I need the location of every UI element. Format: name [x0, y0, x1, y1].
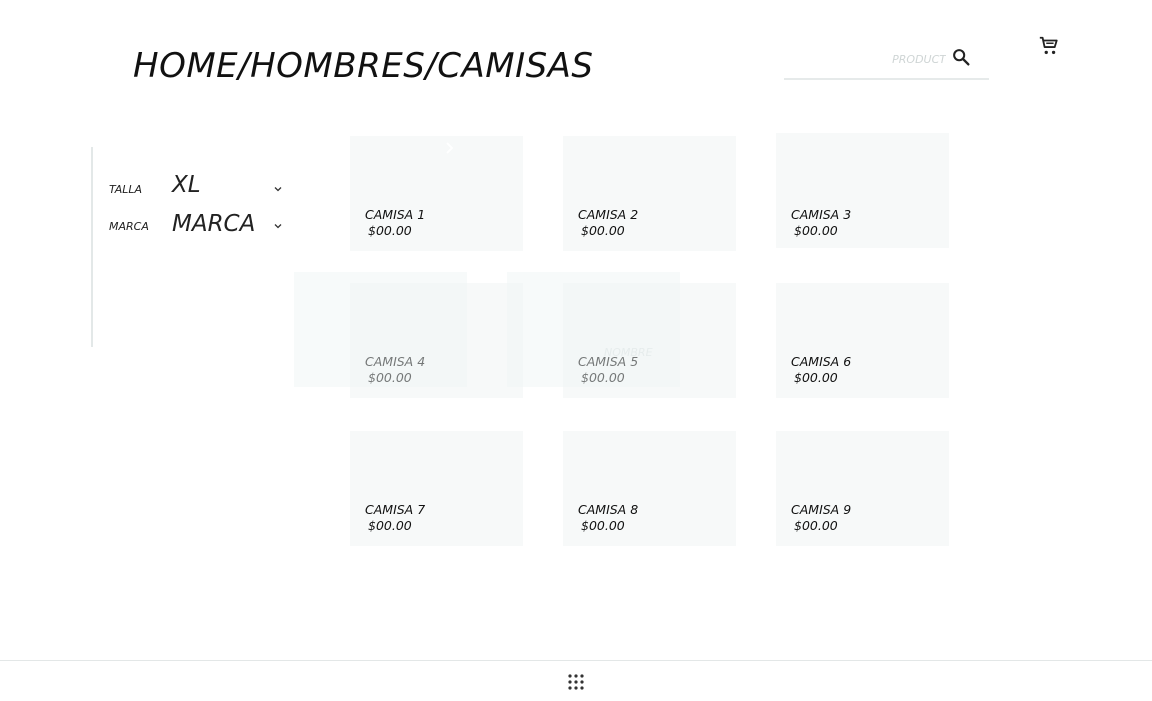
product-name: CAMISA 1: [365, 207, 426, 222]
search-bar: [784, 40, 989, 80]
product-price: $00.00: [794, 518, 838, 533]
chevron-down-icon[interactable]: [273, 221, 283, 231]
product-card[interactable]: CAMISA 2 $00.00: [563, 136, 736, 251]
product-name: CAMISA 6: [791, 354, 852, 369]
filter-value[interactable]: MARCA: [172, 211, 255, 237]
product-price: $00.00: [581, 223, 625, 238]
cart-icon[interactable]: [1038, 35, 1060, 57]
filter-label: MARCA: [109, 220, 149, 233]
filter-panel: TALLA XL MARCA MARCA: [91, 147, 303, 347]
chevron-down-icon[interactable]: [273, 184, 283, 194]
search-input[interactable]: [784, 48, 948, 70]
search-icon[interactable]: [950, 46, 972, 68]
breadcrumb[interactable]: HOME/HOMBRES/CAMISAS: [133, 46, 594, 86]
product-price: $00.00: [368, 223, 412, 238]
footer-bar: [0, 660, 1152, 701]
chevron-right-icon[interactable]: [443, 141, 455, 155]
product-card[interactable]: CAMISA 1 $00.00: [350, 136, 523, 251]
ghost-card: NOMBRE: [507, 272, 680, 387]
product-name: CAMISA 3: [791, 207, 852, 222]
product-price: $00.00: [368, 518, 412, 533]
ghost-card: [294, 272, 467, 387]
product-name: CAMISA 7: [365, 502, 426, 517]
filter-label: TALLA: [109, 183, 143, 196]
product-name: CAMISA 2: [578, 207, 639, 222]
filter-talla[interactable]: TALLA XL: [109, 172, 299, 205]
grid-menu-icon[interactable]: [567, 673, 585, 691]
product-card[interactable]: CAMISA 6 $00.00: [776, 283, 949, 398]
filter-marca[interactable]: MARCA MARCA: [109, 211, 299, 244]
product-price: $00.00: [581, 518, 625, 533]
product-price: $00.00: [794, 370, 838, 385]
product-name: CAMISA 9: [791, 502, 852, 517]
product-card[interactable]: CAMISA 7 $00.00: [350, 431, 523, 546]
ghost-card-label: NOMBRE: [604, 346, 653, 359]
product-card[interactable]: CAMISA 8 $00.00: [563, 431, 736, 546]
product-price: $00.00: [794, 223, 838, 238]
product-card[interactable]: CAMISA 3 $00.00: [776, 133, 949, 248]
product-name: CAMISA 8: [578, 502, 639, 517]
product-card[interactable]: CAMISA 9 $00.00: [776, 431, 949, 546]
filter-value[interactable]: XL: [172, 172, 201, 198]
